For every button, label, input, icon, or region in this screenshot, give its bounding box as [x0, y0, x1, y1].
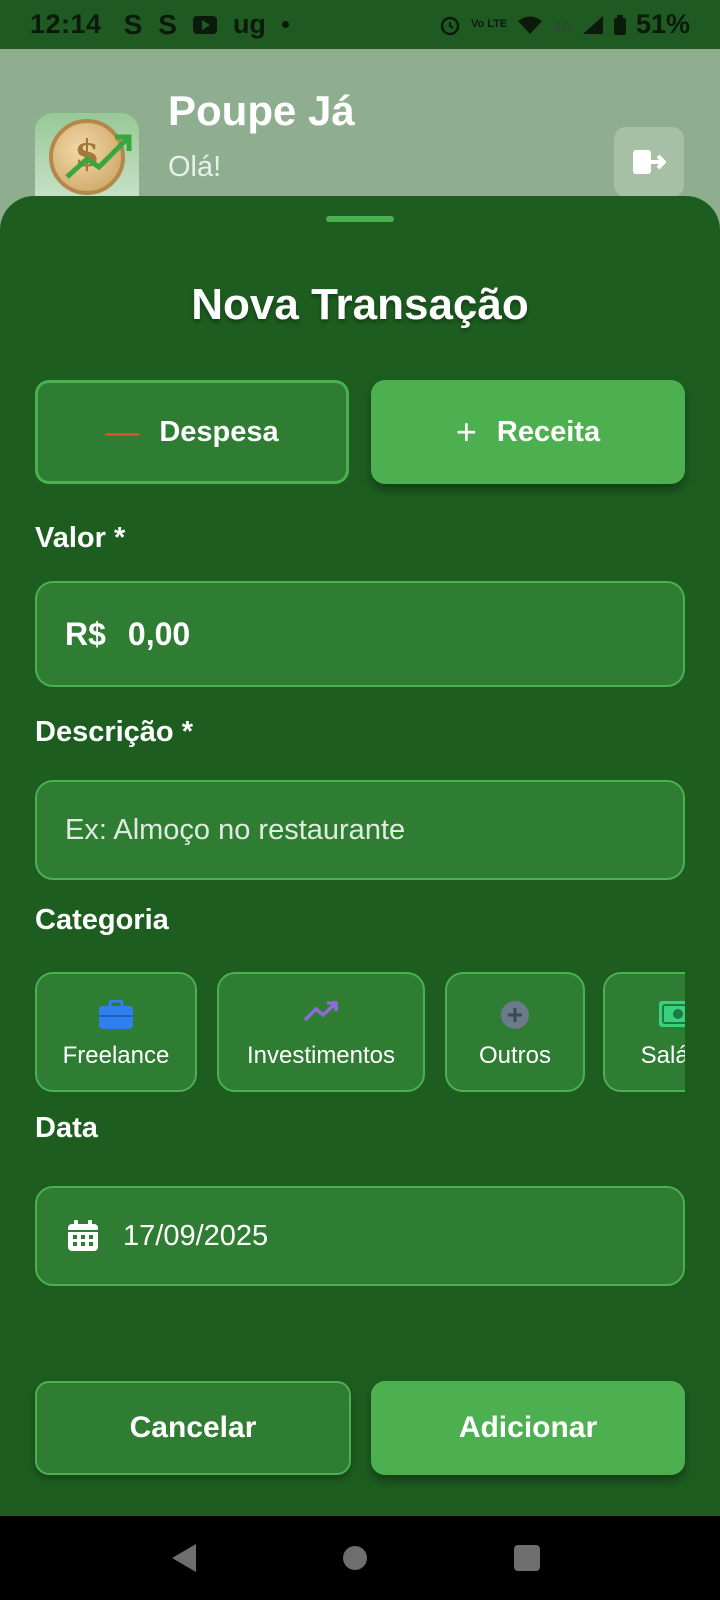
trending-up-icon	[304, 1001, 338, 1022]
date-label: Data	[35, 1112, 98, 1144]
expense-type-button[interactable]: — Despesa	[35, 380, 349, 484]
status-time: 12:14	[30, 9, 102, 39]
logout-icon	[633, 150, 666, 174]
notification-s-icon: S	[158, 8, 177, 40]
notification-s-icon: S	[123, 8, 143, 40]
amount-input[interactable]: R$ 0,00	[35, 581, 685, 687]
category-label-investimentos: Investimentos	[246, 1042, 396, 1069]
notification-icons: S S ug	[124, 9, 289, 41]
category-investimentos[interactable]: Investimentos	[217, 972, 425, 1092]
income-type-button[interactable]: + Receita	[371, 380, 685, 484]
status-bar: 12:14 S S ug Vo LTE 4G 51%	[0, 0, 720, 49]
expense-type-label: Despesa	[159, 415, 279, 448]
logout-button[interactable]	[614, 127, 684, 197]
category-freelance[interactable]: Freelance	[35, 972, 197, 1092]
description-input[interactable]: Ex: Almoço no restaurante	[35, 780, 685, 880]
minus-icon: —	[105, 412, 140, 451]
category-label-salario: Salário	[640, 1042, 685, 1069]
wifi-icon	[518, 16, 543, 34]
category-outros[interactable]: Outros	[445, 972, 585, 1092]
growth-arrow-icon	[65, 134, 132, 179]
category-list[interactable]: Freelance Investimentos Outros Salário	[35, 972, 685, 1096]
back-icon[interactable]	[172, 1544, 196, 1572]
greeting-text: Olá!	[168, 151, 222, 183]
date-picker-field[interactable]: 17/09/2025	[35, 1186, 685, 1286]
home-icon[interactable]	[343, 1546, 367, 1570]
more-notifications-dot-icon	[281, 21, 289, 28]
system-navigation-bar	[0, 1516, 720, 1600]
calendar-icon	[68, 1220, 98, 1251]
category-label-outros: Outros	[478, 1042, 552, 1069]
battery-icon	[613, 14, 626, 35]
sheet-drag-handle[interactable]	[326, 216, 394, 222]
app-title: Poupe Já	[168, 87, 355, 134]
cancel-button[interactable]: Cancelar	[35, 1381, 351, 1475]
amount-label: Valor *	[35, 522, 126, 554]
description-placeholder: Ex: Almoço no restaurante	[65, 813, 406, 846]
battery-percent: 51%	[635, 9, 690, 39]
sheet-title: Nova Transação	[191, 280, 529, 329]
description-label: Descrição *	[35, 716, 193, 748]
amount-value: 0,00	[127, 615, 191, 652]
volte-icon: Vo LTE	[471, 18, 508, 30]
app-header: $ Poupe Já Olá!	[0, 49, 720, 213]
briefcase-icon	[99, 1000, 133, 1029]
new-transaction-sheet: Nova Transação — Despesa + Receita Valor…	[0, 196, 720, 1516]
income-type-label: Receita	[496, 415, 601, 448]
recent-apps-icon[interactable]	[514, 1545, 540, 1571]
money-icon	[659, 1001, 685, 1027]
currency-symbol: R$	[65, 615, 106, 652]
network-4g-label: 4G	[553, 19, 572, 35]
category-salario[interactable]: Salário	[603, 972, 685, 1092]
notification-ug-icon: ug	[232, 9, 266, 39]
youtube-icon	[192, 15, 217, 34]
category-label: Categoria	[35, 904, 169, 936]
plus-icon: +	[455, 411, 477, 452]
plus-circle-icon	[501, 1001, 529, 1029]
add-transaction-button[interactable]: Adicionar	[371, 1381, 685, 1475]
status-right: Vo LTE 4G 51%	[439, 9, 690, 40]
category-label-freelance: Freelance	[62, 1042, 170, 1069]
date-value: 17/09/2025	[123, 1219, 269, 1252]
signal-icon	[582, 15, 603, 34]
alarm-icon	[440, 16, 460, 35]
